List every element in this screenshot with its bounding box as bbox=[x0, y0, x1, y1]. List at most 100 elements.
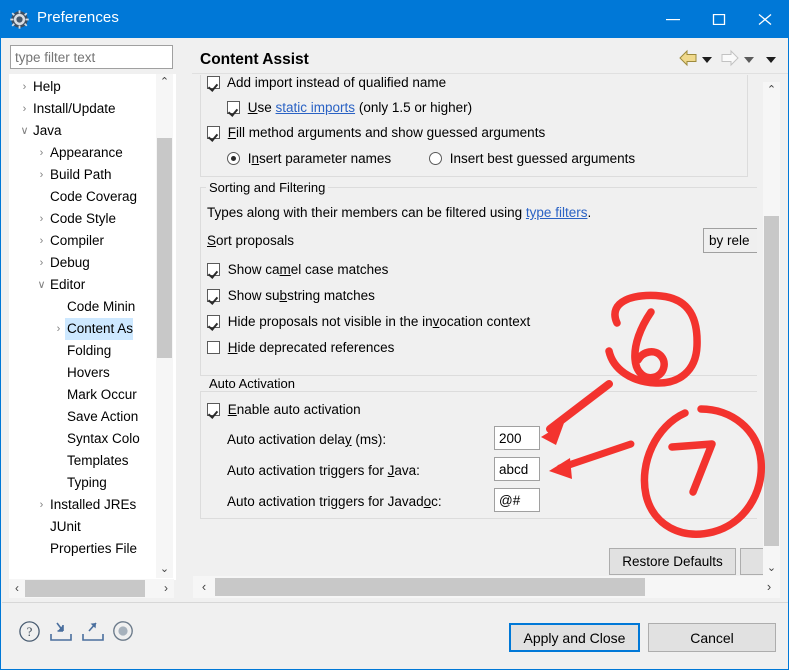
content-scroll-left-icon[interactable]: ‹ bbox=[193, 576, 215, 598]
auto-activation-java-input[interactable] bbox=[494, 457, 540, 481]
content-scroll-down-icon[interactable]: ⌄ bbox=[763, 560, 780, 577]
tree-hscroll-thumb[interactable] bbox=[25, 580, 145, 597]
tree-item-java[interactable]: ∨ Java bbox=[10, 120, 61, 142]
content-vertical-scrollbar[interactable]: ⌃ ⌄ bbox=[763, 82, 780, 577]
hide-deprecated-checkbox[interactable] bbox=[207, 341, 220, 354]
tree-item-folding[interactable]: ›Folding bbox=[10, 340, 111, 362]
cancel-button[interactable]: Cancel bbox=[648, 623, 776, 652]
apply-and-close-button[interactable]: Apply and Close bbox=[509, 623, 640, 652]
auto-activation-group-title: Auto Activation bbox=[206, 376, 298, 391]
chevron-right-icon[interactable]: › bbox=[35, 208, 48, 230]
hide-deprecated-row[interactable]: Hide deprecated references bbox=[207, 340, 394, 355]
tree-item-appearance[interactable]: › Appearance bbox=[10, 142, 123, 164]
tree-item-code-minin[interactable]: ›Code Minin bbox=[10, 296, 135, 318]
minimize-button[interactable] bbox=[650, 1, 696, 38]
hide-deprecated-label: Hide deprecated references bbox=[227, 340, 395, 355]
tree-item-installed-jres[interactable]: › Installed JREs bbox=[10, 494, 137, 516]
tree-item-label: Code Style bbox=[50, 211, 117, 226]
show-substring-row[interactable]: Show substring matches bbox=[207, 288, 375, 303]
hide-proposals-row[interactable]: Hide proposals not visible in the invoca… bbox=[207, 314, 530, 329]
hide-proposals-checkbox[interactable] bbox=[207, 315, 220, 328]
back-history-chevron-down-icon[interactable] bbox=[701, 53, 713, 68]
static-imports-link[interactable]: static imports bbox=[276, 100, 356, 115]
import-icon[interactable] bbox=[49, 620, 73, 646]
record-icon[interactable] bbox=[112, 620, 134, 645]
auto-activation-javadoc-input[interactable] bbox=[494, 488, 540, 512]
add-import-checkbox[interactable] bbox=[207, 76, 220, 89]
use-static-imports-prefix: Use bbox=[247, 100, 276, 115]
insert-parameter-names-radio[interactable] bbox=[227, 152, 240, 165]
preferences-tree[interactable]: › Help › Install/Update ∨ Java › Appearance › Bui… bbox=[9, 74, 176, 580]
close-button[interactable] bbox=[742, 1, 788, 38]
sort-proposals-label: Sort proposals bbox=[207, 233, 295, 248]
forward-history-chevron-down-icon[interactable] bbox=[743, 53, 755, 68]
tree-horizontal-scrollbar[interactable]: ‹ › bbox=[9, 579, 174, 598]
chevron-right-icon[interactable]: › bbox=[18, 98, 31, 120]
tree-scroll-up-icon[interactable]: ⌃ bbox=[156, 74, 173, 91]
tree-item-properties-file[interactable]: ›Properties File bbox=[10, 538, 137, 560]
tree-scroll-down-icon[interactable]: ⌄ bbox=[156, 561, 173, 578]
insert-best-guessed-radio[interactable] bbox=[429, 152, 442, 165]
chevron-right-icon[interactable]: › bbox=[35, 142, 48, 164]
sort-proposals-select[interactable]: by rele bbox=[703, 228, 757, 253]
maximize-button[interactable] bbox=[696, 1, 742, 38]
use-static-imports-checkbox[interactable] bbox=[227, 101, 240, 114]
tree-item-code-coverag[interactable]: ›Code Coverag bbox=[10, 186, 137, 208]
show-substring-checkbox[interactable] bbox=[207, 289, 220, 302]
chevron-right-icon[interactable]: › bbox=[35, 252, 48, 274]
tree-item-content-as[interactable]: › Content As bbox=[10, 318, 134, 340]
chevron-right-icon[interactable]: › bbox=[35, 494, 48, 516]
enable-auto-activation-checkbox[interactable] bbox=[207, 403, 220, 416]
type-filters-link[interactable]: type filters bbox=[526, 205, 588, 220]
show-camel-case-row[interactable]: Show camel case matches bbox=[207, 262, 388, 277]
tree-item-typing[interactable]: ›Typing bbox=[10, 472, 107, 494]
chevron-right-icon: › bbox=[35, 186, 48, 208]
tree-item-hovers[interactable]: ›Hovers bbox=[10, 362, 110, 384]
show-camel-case-checkbox[interactable] bbox=[207, 263, 220, 276]
enable-auto-activation-row[interactable]: Enable auto activation bbox=[207, 402, 361, 417]
use-static-imports-row[interactable]: Use static imports (only 1.5 or higher) bbox=[227, 100, 472, 115]
tree-item-mark-occur[interactable]: ›Mark Occur bbox=[10, 384, 137, 406]
content-scroll-right-icon[interactable]: › bbox=[758, 576, 780, 598]
tree-item-compiler[interactable]: › Compiler bbox=[10, 230, 104, 252]
tree-item-editor[interactable]: ∨ Editor bbox=[10, 274, 85, 296]
arrow-left-icon[interactable] bbox=[677, 49, 699, 70]
chevron-right-icon[interactable]: › bbox=[52, 318, 65, 340]
chevron-down-icon[interactable]: ∨ bbox=[18, 120, 31, 142]
insert-parameter-names-label: Insert parameter names bbox=[247, 151, 392, 166]
content-hscroll-thumb[interactable] bbox=[215, 578, 645, 596]
tree-item-build-path[interactable]: › Build Path bbox=[10, 164, 112, 186]
insert-best-guessed-radio-row[interactable]: Insert best guessed arguments bbox=[429, 151, 635, 166]
search-input[interactable] bbox=[10, 45, 173, 69]
tree-item-junit[interactable]: ›JUnit bbox=[10, 516, 81, 538]
tree-scroll-right-icon[interactable]: › bbox=[158, 579, 174, 598]
content-scroll-up-icon[interactable]: ⌃ bbox=[763, 82, 780, 99]
tree-item-syntax-colo[interactable]: ›Syntax Colo bbox=[10, 428, 140, 450]
export-icon[interactable] bbox=[81, 620, 105, 646]
tree-item-help[interactable]: › Help bbox=[10, 76, 61, 98]
tree-vscroll-thumb[interactable] bbox=[157, 138, 172, 358]
chevron-right-icon[interactable]: › bbox=[18, 76, 31, 98]
tree-item-code-style[interactable]: › Code Style bbox=[10, 208, 116, 230]
view-menu-chevron-down-icon[interactable] bbox=[765, 53, 777, 68]
fill-method-arguments-checkbox[interactable] bbox=[207, 126, 220, 139]
auto-activation-delay-input[interactable] bbox=[494, 426, 540, 450]
chevron-right-icon[interactable]: › bbox=[35, 230, 48, 252]
chevron-down-icon[interactable]: ∨ bbox=[35, 274, 48, 296]
add-import-row[interactable]: Add import instead of qualified name bbox=[207, 75, 446, 90]
arrow-right-icon bbox=[719, 49, 741, 70]
tree-vertical-scrollbar[interactable]: ⌃ ⌄ bbox=[156, 74, 173, 578]
tree-item-install-update[interactable]: › Install/Update bbox=[10, 98, 116, 120]
tree-item-debug[interactable]: › Debug bbox=[10, 252, 90, 274]
content-vscroll-thumb[interactable] bbox=[764, 216, 779, 546]
tree-item-label: Help bbox=[33, 79, 61, 94]
fill-method-arguments-row[interactable]: Fill method arguments and show guessed a… bbox=[207, 125, 545, 140]
restore-defaults-button[interactable]: Restore Defaults bbox=[609, 548, 736, 575]
insert-parameter-names-radio-row[interactable]: Insert parameter names bbox=[227, 151, 391, 166]
tree-item-save-action[interactable]: ›Save Action bbox=[10, 406, 138, 428]
tree-scroll-left-icon[interactable]: ‹ bbox=[9, 579, 25, 598]
chevron-right-icon[interactable]: › bbox=[35, 164, 48, 186]
tree-item-templates[interactable]: ›Templates bbox=[10, 450, 129, 472]
content-horizontal-scrollbar[interactable]: ‹ › bbox=[193, 576, 780, 598]
help-icon[interactable]: ? bbox=[18, 620, 41, 646]
